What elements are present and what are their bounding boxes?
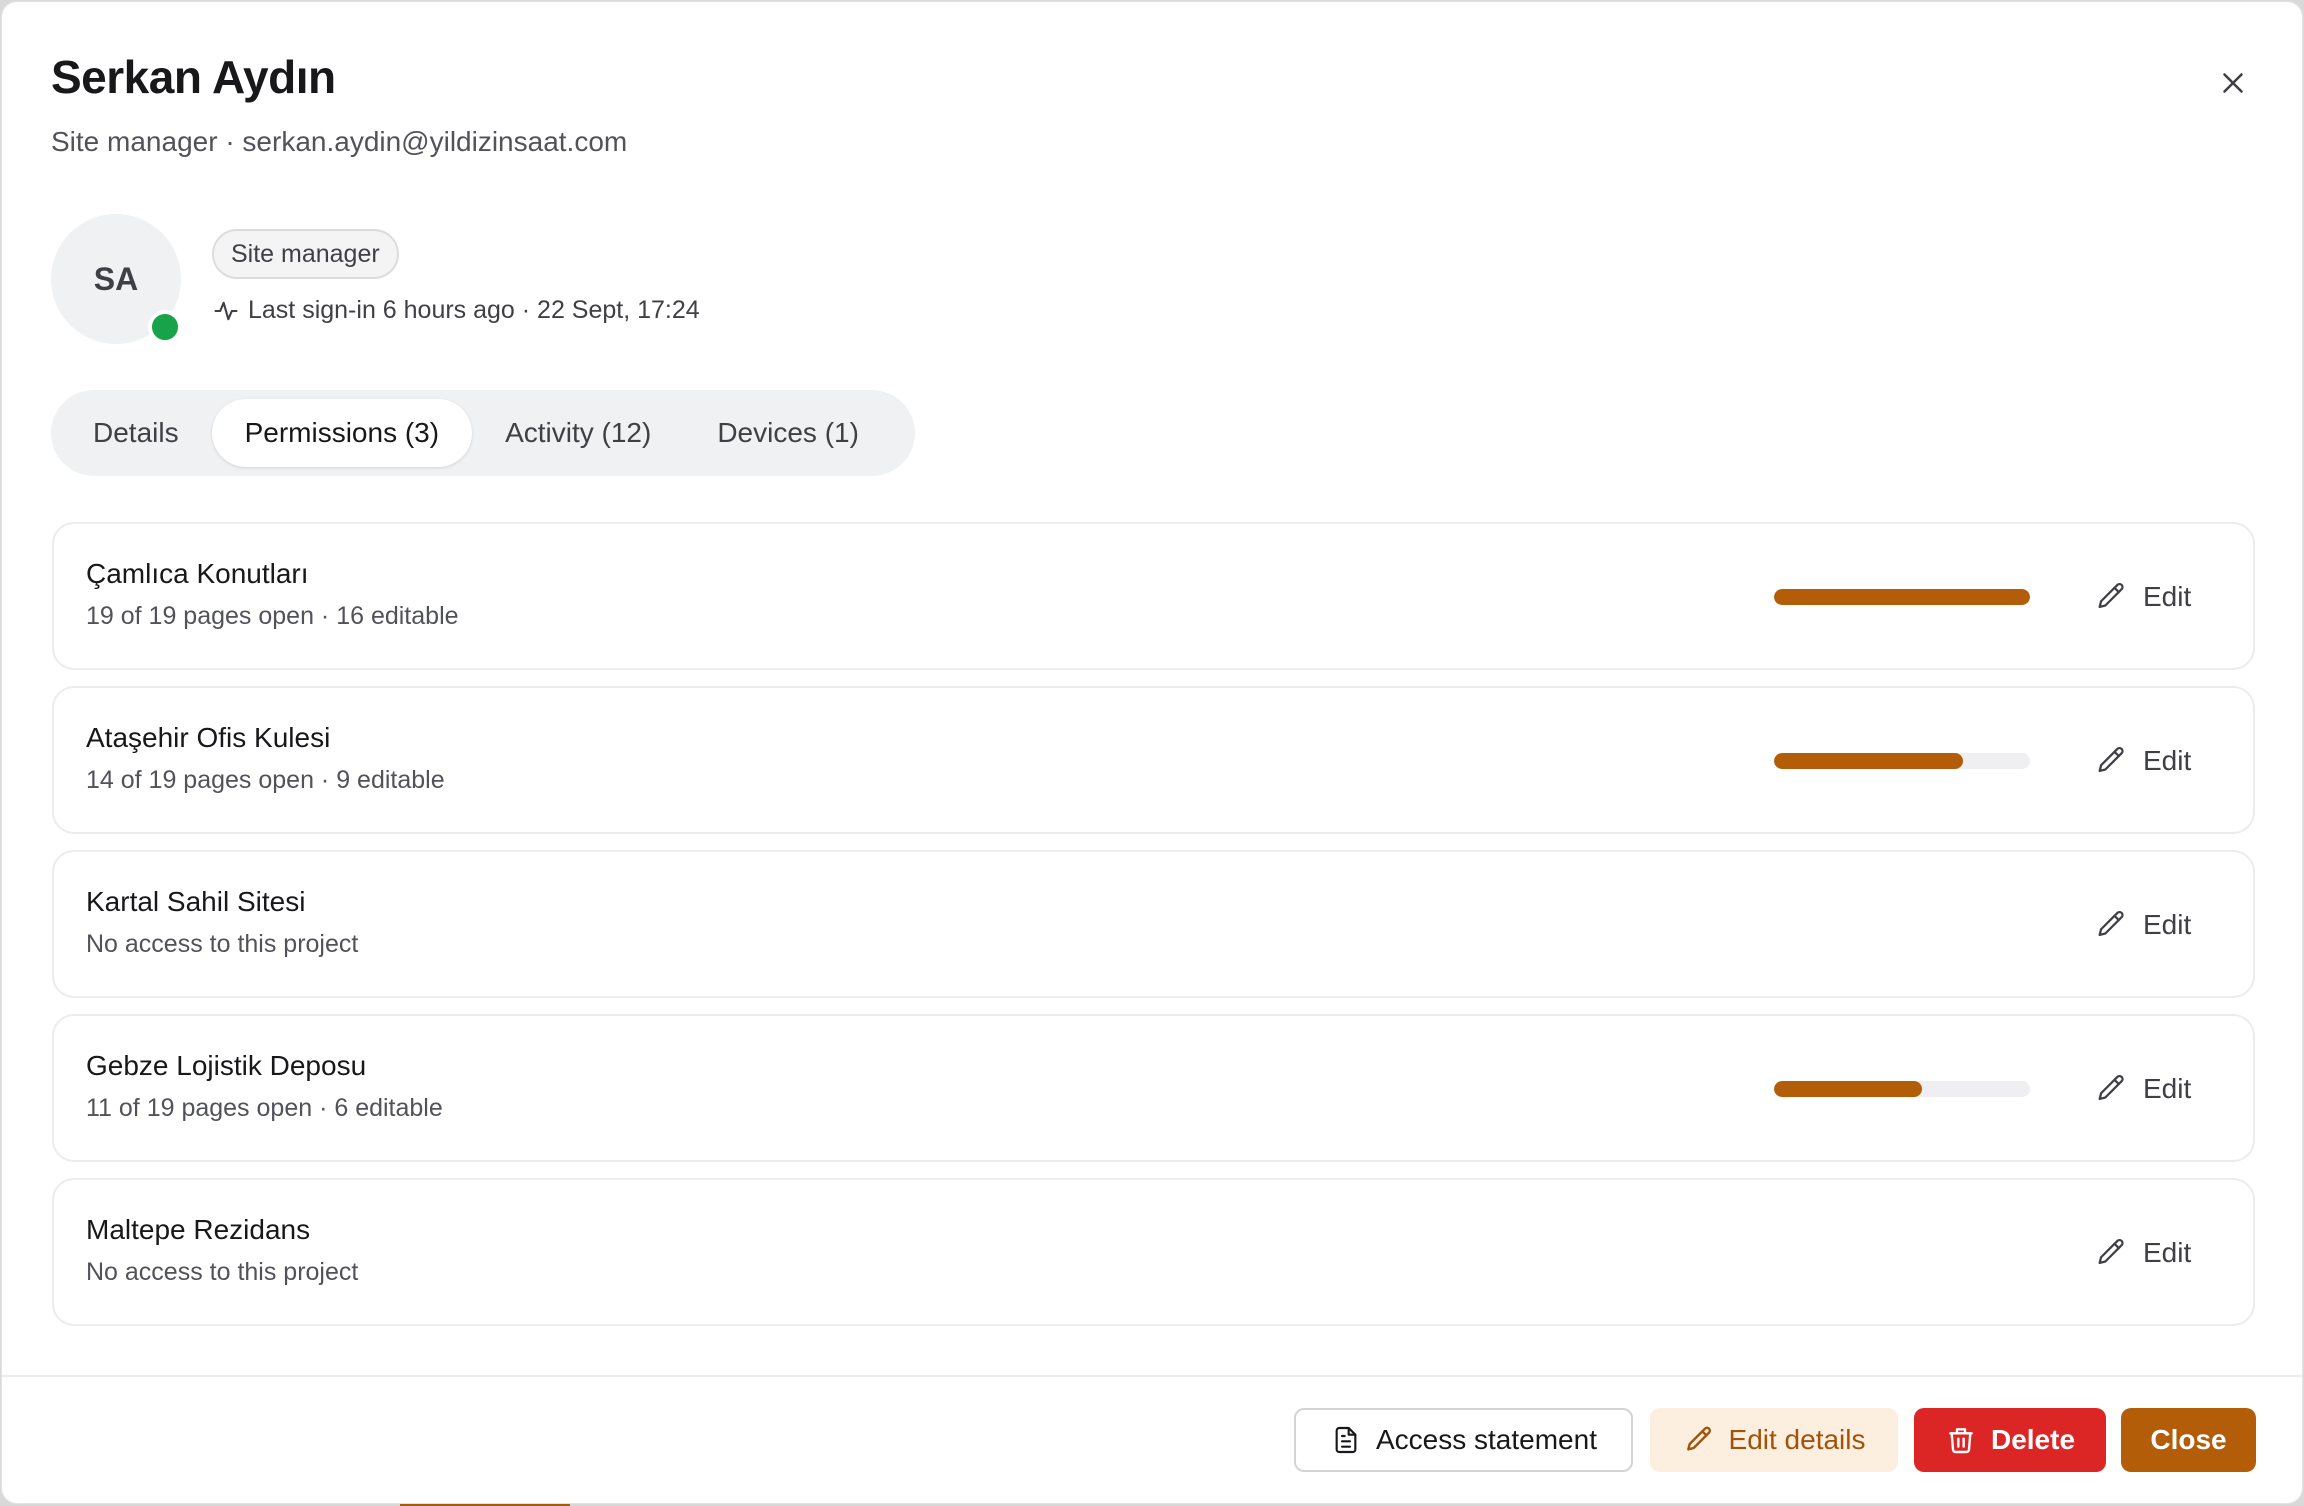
edit-label: Edit (2143, 909, 2192, 940)
edit-label: Edit (2143, 745, 2192, 776)
project-access-summary: 11 of 19 pages open · 6 editable (86, 1094, 443, 1122)
permission-row: Kartal Sahil Sitesi No access to this pr… (52, 850, 2255, 998)
edit-permission-button[interactable]: Edit (2094, 574, 2191, 620)
last-signin-text: Last sign-in 6 hours ago · 22 Sept, 17:2… (248, 296, 700, 324)
project-name: Kartal Sahil Sitesi (86, 886, 306, 917)
user-detail-dialog: Serkan Aydın Site manager · serkan.aydin… (1, 1, 2303, 1504)
document-icon (1335, 1426, 1357, 1454)
permission-row: Maltepe Rezidans No access to this proje… (52, 1178, 2255, 1326)
access-progress-bar (1774, 1081, 2030, 1097)
pencil-icon (1686, 1426, 1711, 1451)
project-access-summary: 19 of 19 pages open · 16 editable (86, 602, 459, 630)
permissions-list: Çamlıca Konutları 19 of 19 pages open · … (52, 522, 2255, 1342)
project-access-summary: No access to this project (86, 1258, 359, 1286)
activity-icon (214, 301, 238, 320)
tab-activity[interactable]: Activity (12) (472, 399, 684, 467)
access-progress-fill (1774, 1081, 1923, 1097)
edit-permission-button[interactable]: Edit (2094, 1066, 2191, 1112)
trash-icon (1949, 1428, 1973, 1454)
pencil-icon (2098, 910, 2124, 937)
permission-row: Gebze Lojistik Deposu 11 of 19 pages ope… (52, 1014, 2255, 1162)
pencil-icon (2098, 1238, 2124, 1265)
project-access-summary: No access to this project (86, 930, 359, 958)
tab-bar: Details Permissions (3) Activity (12) De… (51, 390, 915, 476)
tab-details[interactable]: Details (60, 399, 212, 467)
tab-permissions[interactable]: Permissions (3) (211, 399, 473, 467)
access-statement-button[interactable]: Access statement (1294, 1408, 1633, 1472)
permission-row: Ataşehir Ofis Kulesi 14 of 19 pages open… (52, 686, 2255, 834)
edit-permission-button[interactable]: Edit (2094, 1230, 2191, 1276)
pencil-icon (2098, 582, 2124, 609)
access-progress-bar (1774, 753, 2030, 769)
access-progress-fill (1774, 589, 2030, 605)
footer-divider (2, 1375, 2302, 1377)
access-progress-bar (1774, 589, 2030, 605)
tab-devices[interactable]: Devices (1) (684, 399, 892, 467)
last-signin: Last sign-in 6 hours ago · 22 Sept, 17:2… (212, 296, 700, 325)
role-badge: Site manager (212, 229, 399, 279)
project-name: Ataşehir Ofis Kulesi (86, 722, 331, 753)
delete-button[interactable]: Delete (1914, 1408, 2106, 1472)
delete-label: Delete (1990, 1424, 2076, 1455)
dialog-title: Serkan Aydın (51, 51, 336, 103)
close-icon[interactable] (2216, 66, 2250, 100)
edit-details-label: Edit details (1728, 1424, 1866, 1455)
edit-label: Edit (2143, 581, 2192, 612)
project-name: Çamlıca Konutları (86, 558, 309, 589)
pencil-icon (2098, 746, 2124, 773)
pencil-icon (2098, 1074, 2124, 1101)
dialog-subtitle: Site manager · serkan.aydin@yildizinsaat… (51, 126, 628, 157)
project-name: Gebze Lojistik Deposu (86, 1050, 367, 1081)
online-status-dot (148, 310, 182, 344)
access-statement-label: Access statement (1376, 1424, 1597, 1455)
edit-permission-button[interactable]: Edit (2094, 738, 2191, 784)
edit-details-button[interactable]: Edit details (1650, 1408, 1898, 1472)
edit-label: Edit (2143, 1237, 2192, 1268)
avatar-initials: SA (93, 260, 139, 297)
edit-permission-button[interactable]: Edit (2094, 902, 2191, 948)
project-name: Maltepe Rezidans (86, 1214, 311, 1245)
close-button[interactable]: Close (2121, 1408, 2256, 1472)
close-label: Close (2150, 1424, 2227, 1455)
project-access-summary: 14 of 19 pages open · 9 editable (86, 766, 445, 794)
access-progress-fill (1774, 753, 1963, 769)
permission-row: Çamlıca Konutları 19 of 19 pages open · … (52, 522, 2255, 670)
edit-label: Edit (2143, 1073, 2192, 1104)
